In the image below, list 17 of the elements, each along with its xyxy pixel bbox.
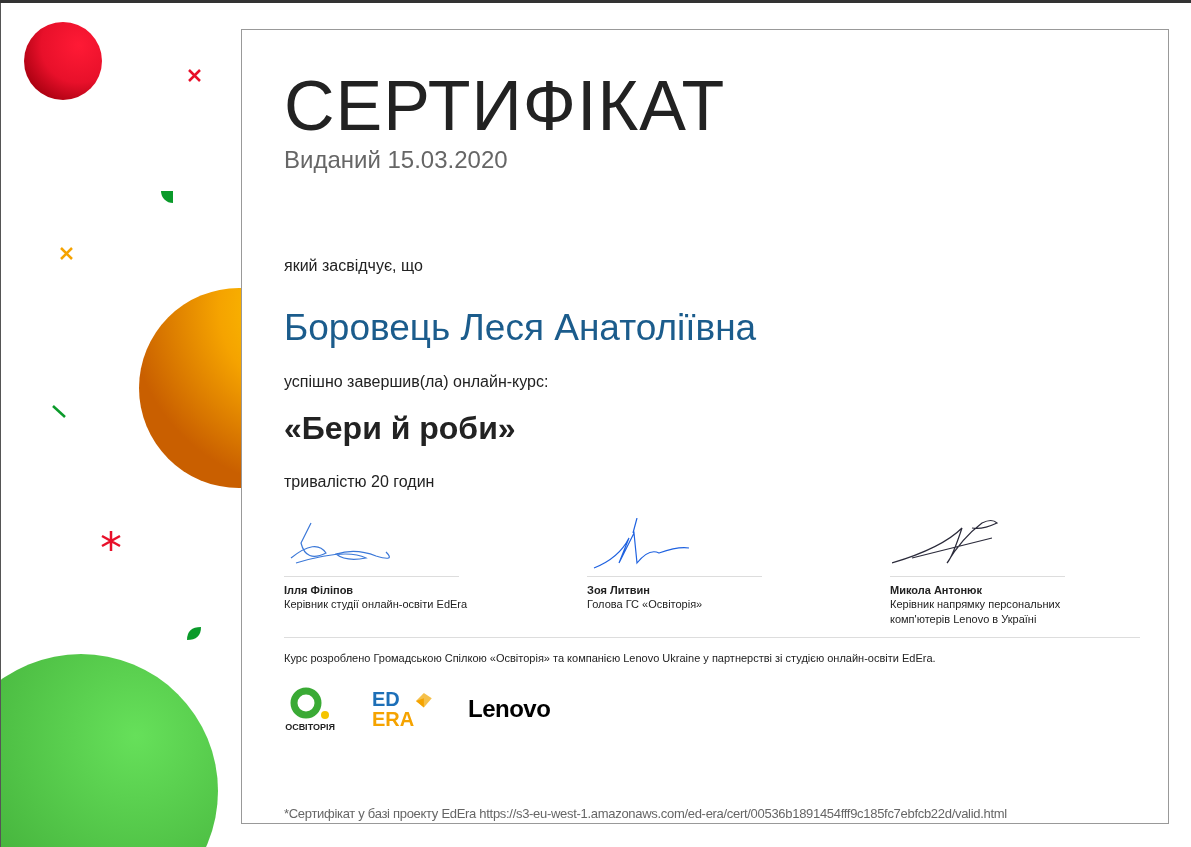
signatory-role: Голова ГС «Освіторія» [587,597,704,612]
certifies-text: який засвідчує, що [284,256,424,276]
completed-text: успішно завершив(ла) онлайн-курс: [284,372,550,392]
certificate-title: СЕРТИФІКАТ [284,66,727,146]
recipient-name: Боровець Леся Анатоліївна [284,306,758,350]
signatory-name: Микола Антонюк [890,583,983,597]
osvitoria-logo: ОСВІТОРІЯ [284,686,336,732]
partners-note: Курс розроблено Громадською Спілкою «Освіторія» та компанією Lenovo Ukraine у партнерстві зі студією онлайн-освіти EdEra. [284,651,937,666]
issue-date: Виданий 15.03.2020 [284,146,509,174]
signatory-role: Керівник студії онлайн-освіти EdEra [284,597,469,612]
lenovo-logo: Lenovo [468,694,551,724]
signatory-name: Ілля Філіпов [284,583,355,597]
signatory-name: Зоя Литвин [587,583,651,597]
duration-text: тривалістю 20 годин [284,472,436,492]
course-title: «Бери й роби» [284,409,517,448]
edera-logo: ED ERA [372,689,432,729]
signatory-role: Керівник напрямку персональних комп'ютерів Lenovo в Україні [890,597,1062,627]
